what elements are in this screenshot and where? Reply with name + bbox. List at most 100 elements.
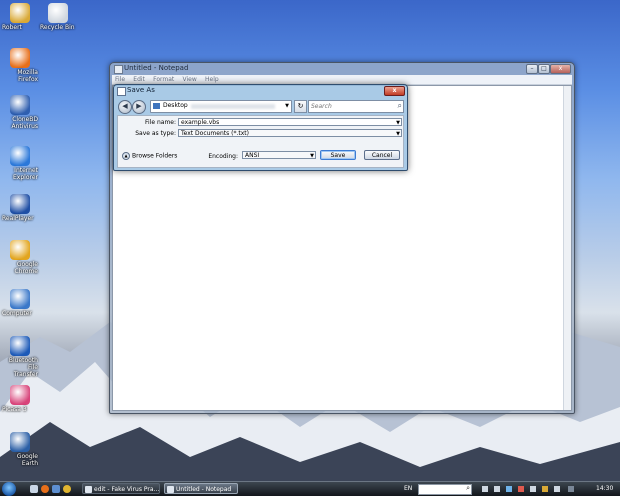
desktop-icon[interactable]: Recycle Bin (40, 3, 76, 31)
desktop-icon-label: Google Chrome (14, 261, 38, 275)
menu-help[interactable]: Help (202, 75, 222, 83)
refresh-button[interactable]: ↻ (294, 100, 307, 113)
google-earth-icon (10, 432, 30, 452)
desktop-icon[interactable]: Bluetooth File Transfer (2, 336, 38, 378)
picasa-icon (10, 385, 30, 405)
save-as-type-dropdown-icon[interactable]: ▼ (396, 130, 400, 138)
encoding-dropdown-icon[interactable]: ▼ (310, 152, 314, 160)
maximize-button[interactable]: □ (538, 64, 550, 74)
dialog-title: Save As (127, 86, 155, 94)
desktop-icon[interactable]: CloneBD Antivirus (2, 95, 38, 130)
chrome-quicklaunch-icon[interactable] (63, 485, 71, 493)
desktop-icon-label: Internet Explorer (13, 167, 38, 181)
desktop-icon[interactable]: Internet Explorer (2, 146, 38, 181)
save-as-type-label: Save as type: (135, 130, 176, 137)
shield-icon (10, 95, 30, 115)
firefox-quicklaunch-icon[interactable] (41, 485, 49, 493)
notepad-icon (114, 65, 123, 74)
chrome-icon (10, 240, 30, 260)
menu-edit[interactable]: Edit (130, 75, 148, 83)
file-name-field[interactable]: example.vbs ▼ (178, 118, 402, 126)
desktop-icon[interactable]: Google Chrome (2, 240, 38, 275)
realplayer-icon (10, 194, 30, 214)
save-button[interactable]: Save (320, 150, 356, 160)
expand-icon: ▲ (122, 152, 130, 160)
desktop-icon[interactable]: Robert (2, 3, 38, 31)
save-as-type-select[interactable]: Text Documents (*.txt) ▼ (178, 129, 402, 137)
file-name-value: example.vbs (181, 119, 220, 126)
save-options-panel: File name: example.vbs ▼ Save as type: T… (117, 115, 404, 168)
desktop-icon-label: Recycle Bin (40, 24, 75, 31)
minimize-button[interactable]: – (526, 64, 538, 74)
tray-misc-icon[interactable] (554, 486, 560, 492)
computer-icon (10, 289, 30, 309)
file-name-dropdown-icon[interactable]: ▼ (396, 119, 400, 127)
close-button[interactable]: x (550, 64, 571, 74)
desktop-icon-label: Robert (2, 24, 22, 31)
menu-format[interactable]: Format (150, 75, 177, 83)
address-bar[interactable]: Desktop ▼ (150, 100, 292, 113)
address-location: Desktop (163, 102, 188, 109)
desktop-icon-label: CloneBD Antivirus (11, 116, 38, 130)
tray-update-icon[interactable] (542, 486, 548, 492)
back-arrow-icon: ◀ (122, 102, 128, 110)
desktop-icon-label: Bluetooth File Transfer (8, 357, 38, 378)
search-icon[interactable]: ⌕ (466, 484, 470, 493)
browse-folders-toggle[interactable]: ▲ Browse Folders (122, 152, 177, 160)
desktop-icon-label: Mozilla Firefox (17, 69, 38, 83)
recycle-bin-icon (48, 3, 68, 23)
tray-power-icon[interactable] (530, 486, 536, 492)
start-button[interactable] (2, 482, 16, 496)
tray-network-icon[interactable] (482, 486, 488, 492)
cancel-button[interactable]: Cancel (364, 150, 400, 160)
tray-bluetooth-icon[interactable] (506, 486, 512, 492)
firefox-icon (10, 48, 30, 68)
task-fake-virus[interactable]: edit - Fake Virus Pra... (82, 483, 160, 494)
back-button[interactable]: ◀ (118, 100, 132, 114)
tray-volume-icon[interactable] (494, 486, 500, 492)
tray-speaker-icon[interactable] (568, 486, 574, 492)
save-as-icon (117, 87, 126, 96)
task-notepad[interactable]: Untitled - Notepad (164, 483, 238, 494)
encoding-label: Encoding: (208, 153, 238, 160)
desktop-icon[interactable]: Picasa 3 (2, 385, 38, 413)
bluetooth-icon (10, 336, 30, 356)
show-desktop-icon[interactable] (30, 485, 38, 493)
desktop-icon[interactable]: Mozilla Firefox (2, 48, 38, 83)
menu-view[interactable]: View (180, 75, 200, 83)
clock[interactable]: 14:30 (596, 485, 613, 492)
desktop-icon[interactable]: RealPlayer (2, 194, 38, 222)
address-path-blurred (191, 104, 275, 109)
task-label: edit - Fake Virus Pra... (94, 486, 160, 493)
internet-explorer-icon (10, 146, 30, 166)
task-label: Untitled - Notepad (176, 486, 232, 493)
tray-security-icon[interactable] (518, 486, 524, 492)
forward-arrow-icon: ▶ (136, 102, 142, 110)
encoding-value: ANSI (245, 152, 260, 159)
search-box[interactable]: ⌕ (308, 100, 404, 113)
refresh-icon: ↻ (297, 102, 304, 110)
search-input[interactable] (311, 101, 391, 111)
encoding-select[interactable]: ANSI ▼ (242, 151, 316, 159)
browse-folders-label: Browse Folders (132, 152, 178, 160)
dialog-close-button[interactable]: x (384, 86, 405, 96)
taskbar: edit - Fake Virus Pra... Untitled - Note… (0, 481, 620, 496)
desktop-icon-label: RealPlayer (2, 215, 34, 222)
desktop-folder-icon (153, 103, 160, 109)
vertical-scrollbar[interactable] (563, 86, 571, 410)
taskbar-search-box[interactable]: ⌕ (418, 484, 472, 495)
desktop-icon[interactable]: Computer (2, 289, 38, 317)
desktop-icon-label: Computer (2, 310, 32, 317)
menu-file[interactable]: File (112, 75, 128, 83)
notepad-title: Untitled - Notepad (124, 64, 189, 72)
address-dropdown-icon[interactable]: ▼ (285, 101, 289, 111)
desktop-icon[interactable]: Google Earth (2, 432, 38, 467)
save-as-dialog[interactable]: Save As x ◀ ▶ Desktop ▼ ↻ ⌕ File name: e… (113, 84, 408, 171)
language-indicator[interactable]: EN (404, 485, 412, 492)
search-icon[interactable]: ⌕ (398, 101, 402, 111)
save-as-type-value: Text Documents (*.txt) (181, 130, 250, 137)
switch-windows-icon[interactable] (52, 485, 60, 493)
notepad-titlebar[interactable]: Untitled - Notepad – □ x (110, 63, 574, 74)
forward-button[interactable]: ▶ (132, 100, 146, 114)
desktop-icon-label: Google Earth (16, 453, 38, 467)
